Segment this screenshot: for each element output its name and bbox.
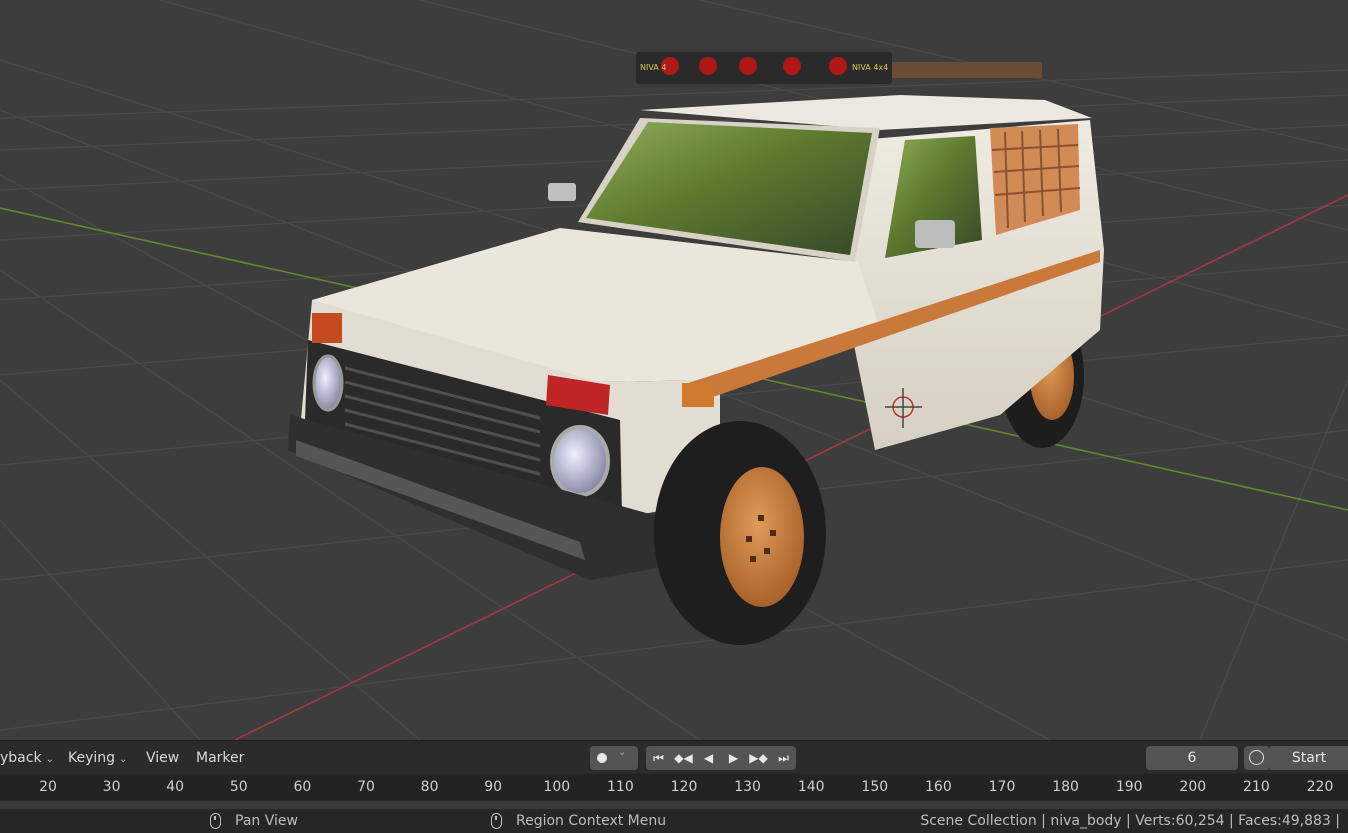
viewport-canvas[interactable]: NIVA 4 NIVA 4x4 [0,0,1348,740]
ruler-tick-label: 90 [484,779,503,795]
ruler-tick-label: 100 [543,779,571,795]
view-menu-label: View [146,750,180,766]
ruler-tick-label: 200 [1179,779,1207,795]
start-frame-field[interactable]: Start [1270,746,1348,770]
context-menu-label: Region Context Menu [516,813,667,829]
ruler-tick-label: 140 [797,779,825,795]
ruler-tick-label: 160 [925,779,952,795]
niva-car-model[interactable]: NIVA 4 NIVA 4x4 [288,52,1104,645]
timeline-header: yback ⌄ Keying ⌄ View Marker ⌄ ⏮ ◆◀ ◀ ▶ ▶◆… [0,740,1348,774]
ruler-tick-label: 150 [861,779,889,795]
chevron-down-icon: ⌄ [618,747,627,758]
stopwatch-icon [1249,750,1264,765]
chevron-down-icon: ⌄ [119,754,128,765]
pan-view-hint: Pan View [210,812,298,830]
ruler-tick-label: 60 [293,779,312,795]
current-frame-field[interactable]: 6 [1146,746,1238,770]
mouse-right-icon [491,813,502,829]
pan-view-label: Pan View [235,813,298,829]
ruler-tick-label: 210 [1243,779,1270,795]
ruler-tick-label: 80 [420,779,439,795]
ruler-tick-label: 220 [1306,779,1334,795]
playback-menu[interactable]: yback ⌄ [0,747,58,769]
playback-menu-label: yback [0,750,42,766]
jump-to-start-button[interactable]: ⏮ [646,746,671,770]
chevron-down-icon: ⌄ [45,754,54,765]
ruler-tick-label: 180 [1052,779,1079,795]
keying-menu-label: Keying [68,750,116,766]
jump-keyframe-forward-button[interactable]: ▶◆ [746,746,771,770]
ruler-tick-label: 70 [357,779,375,795]
marker-menu[interactable]: Marker [192,747,248,769]
preview-range-toggle[interactable] [1244,746,1270,770]
play-button[interactable]: ▶ [721,746,746,770]
play-reverse-icon: ◀ [703,751,714,765]
jump-to-start-icon: ⏮ [653,751,664,765]
rack-badge-left: NIVA 4 [640,63,666,72]
ruler-tick-label: 130 [734,779,761,795]
ruler-tick-label: 50 [229,779,248,795]
mouse-middle-icon [210,813,221,829]
rack-badge-right: NIVA 4x4 [852,63,888,72]
view-menu[interactable]: View [142,747,183,769]
context-menu-hint: Region Context Menu [491,812,666,830]
frame-ruler[interactable]: 20 30 40 50 60 70 80 90 100 110 120 130 140 150 160 170… [0,774,1348,800]
record-dot-icon [597,753,607,763]
ruler-tick-label: 40 [166,779,185,795]
jump-keyframe-back-icon: ◆◀ [674,751,693,765]
ruler-tick-label: 190 [1115,779,1143,795]
keying-menu[interactable]: Keying ⌄ [64,747,131,769]
3d-viewport[interactable]: NIVA 4 NIVA 4x4 [0,0,1348,740]
jump-keyframe-forward-icon: ▶◆ [749,751,768,765]
scene-statistics: Scene Collection | niva_body | Verts:60,… [920,813,1340,829]
ruler-tick-label: 30 [102,779,121,795]
auto-keying-toggle[interactable]: ⌄ [590,746,638,770]
jump-keyframe-back-button[interactable]: ◆◀ [671,746,696,770]
scrub-area[interactable] [0,800,1348,809]
ruler-tick-label: 170 [988,779,1016,795]
play-icon: ▶ [728,751,739,765]
start-frame-label: Start [1291,750,1327,766]
ruler-tick-label: 20 [39,779,57,795]
play-reverse-button[interactable]: ◀ [696,746,721,770]
ruler-tick-label: 110 [607,779,634,795]
ruler-tick-label: 120 [670,779,698,795]
jump-to-end-icon: ⏭ [778,751,789,765]
status-bar: Pan View Region Context Menu Scene Colle… [0,809,1348,833]
marker-menu-label: Marker [196,750,245,766]
jump-to-end-button[interactable]: ⏭ [771,746,796,770]
